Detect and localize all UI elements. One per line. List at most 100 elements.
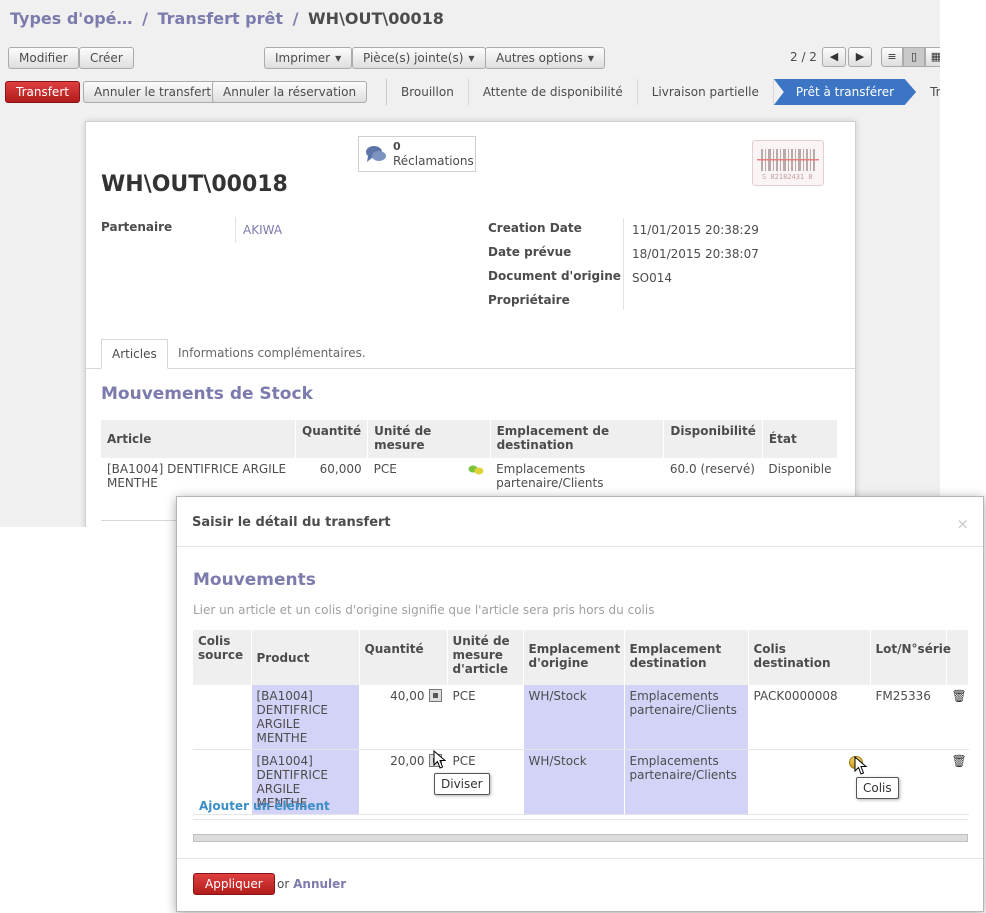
cell-quantity[interactable]: 40,00 xyxy=(359,685,448,750)
col-header-destination[interactable]: Emplacement de destination xyxy=(490,420,665,458)
dialog-footer-divider xyxy=(177,858,983,859)
cell-source-location[interactable]: WH/Stock xyxy=(523,749,625,815)
list-view-icon[interactable]: ≡ xyxy=(881,47,903,67)
header-line: Colis xyxy=(753,642,786,656)
header-line: d'origine xyxy=(528,656,589,670)
creation-date-label: Creation Date xyxy=(488,221,582,235)
stage-done[interactable]: Transféré xyxy=(916,79,940,105)
or-label: or xyxy=(277,877,290,891)
origin-value: SO014 xyxy=(632,271,672,285)
comments-icon xyxy=(366,146,386,162)
col-header-lot[interactable]: Lot/N°série xyxy=(870,630,951,685)
col-header-state[interactable]: État xyxy=(762,420,839,458)
stage-list: Brouillon Attente de disponibilité Livra… xyxy=(386,79,940,105)
cell-article: [BA1004] DENTIFRICE ARGILE MENTHE xyxy=(101,458,296,494)
col-header-source-location[interactable]: Emplacement d'origine xyxy=(523,630,625,685)
caret-down-icon: ▼ xyxy=(468,54,475,63)
table-row[interactable]: [BA1004] DENTIFRICE ARGILE MENTHE 60,000 … xyxy=(101,458,838,494)
cancel-transfer-button[interactable]: Annuler le transfert xyxy=(83,81,223,103)
header-line: Emplacement xyxy=(528,642,621,656)
col-header-uom[interactable]: Unité de mesure xyxy=(367,420,491,458)
header-line: Emplacement xyxy=(629,642,722,656)
tab-additional-info[interactable]: Informations complémentaires. xyxy=(168,339,376,369)
toolbar: Modifier Créer Imprimer ▼ Pièce(s) jointe… xyxy=(0,44,940,74)
cell-uom[interactable]: PCE xyxy=(447,685,524,750)
transfer-details-dialog: Saisir le détail du transfert × Mouvemen… xyxy=(176,496,984,912)
cell-dest-location[interactable]: Emplacements partenaire/Clients xyxy=(624,685,749,750)
cell-source-location[interactable]: WH/Stock xyxy=(523,685,625,750)
caret-down-icon: ▼ xyxy=(335,54,342,63)
caret-down-icon: ▼ xyxy=(587,54,594,63)
transfer-button[interactable]: Transfert xyxy=(5,81,80,103)
horizontal-scrollbar[interactable] xyxy=(193,834,968,842)
stage-draft[interactable]: Brouillon xyxy=(387,79,469,105)
breadcrumb-ready-transfer[interactable]: Transfert prêt xyxy=(158,9,284,28)
stage-partial[interactable]: Livraison partielle xyxy=(638,79,774,105)
table-bottom-line xyxy=(193,819,968,820)
col-header-product[interactable]: Product xyxy=(251,630,360,685)
breadcrumb-current: WH\OUT\00018 xyxy=(308,9,444,28)
print-dropdown[interactable]: Imprimer ▼ xyxy=(264,47,353,69)
cell-lot[interactable]: FM25336 xyxy=(870,685,947,750)
trash-icon[interactable]: 🗑 xyxy=(952,754,967,768)
breadcrumb-separator: / xyxy=(292,9,299,28)
cell-delete: 🗑 xyxy=(946,749,969,815)
barcode-text: S 82182431 8 xyxy=(762,173,813,181)
partner-label: Partenaire xyxy=(101,220,173,234)
destination-line: partenaire/Clients xyxy=(496,476,604,490)
breadcrumb-separator: / xyxy=(142,9,148,28)
moves-title: Mouvements xyxy=(193,570,316,590)
close-icon[interactable]: × xyxy=(956,515,969,533)
cell-quantity: 60,000 xyxy=(319,462,362,476)
add-item-link[interactable]: Ajouter un élément xyxy=(199,799,330,813)
table-row[interactable]: [BA1004] DENTIFRICE ARGILE MENTHE 40,00 PC… xyxy=(193,685,969,750)
breadcrumb-operation-types[interactable]: Types d'opé… xyxy=(10,9,133,28)
col-header-availability[interactable]: Disponibilité xyxy=(663,420,763,458)
cell-dest-pack[interactable]: PACK0000008 xyxy=(748,685,871,750)
col-header-source-pack[interactable]: Colis source xyxy=(193,630,252,685)
calendar-view-icon[interactable]: ▦ xyxy=(925,47,940,67)
pager-value: 2 / 2 xyxy=(790,50,817,64)
field-divider xyxy=(235,217,236,243)
tab-articles[interactable]: Articles xyxy=(101,339,168,369)
cell-product[interactable]: [BA1004] DENTIFRICE ARGILE MENTHE xyxy=(251,685,360,750)
arrow-left-icon[interactable]: ◀ xyxy=(822,47,846,67)
partner-link[interactable]: AKIWA xyxy=(243,223,282,237)
col-header-article[interactable]: Article xyxy=(101,420,296,458)
col-header-quantity[interactable]: Quantité xyxy=(359,630,448,685)
col-header-quantity[interactable]: Quantité xyxy=(295,420,369,458)
edit-button[interactable]: Modifier xyxy=(8,47,79,69)
more-options-dropdown[interactable]: Autres options ▼ xyxy=(485,47,605,69)
form-view-icon[interactable]: ▯ xyxy=(903,47,925,67)
create-button[interactable]: Créer xyxy=(79,47,134,69)
trash-icon[interactable]: 🗑 xyxy=(952,689,967,703)
or-text: or Annuler xyxy=(277,877,346,891)
cancel-reservation-button[interactable]: Annuler la réservation xyxy=(212,81,368,103)
col-header-dest-pack[interactable]: Colis destination xyxy=(748,630,871,685)
cell-dest-location[interactable]: Emplacements partenaire/Clients xyxy=(624,749,749,815)
cell-source-pack[interactable] xyxy=(193,685,252,750)
pills-icon[interactable] xyxy=(468,464,484,476)
claims-button[interactable]: 0 Réclamations xyxy=(358,136,476,172)
statusbar: Transfert Annuler le transfert Annuler l… xyxy=(0,78,940,106)
moves-help-text: Lier un article et un colis d'origine si… xyxy=(193,603,655,617)
dest-line: partenaire/Clients xyxy=(629,768,737,782)
cancel-link[interactable]: Annuler xyxy=(293,877,346,891)
header-line: destination xyxy=(753,656,831,670)
header-line: destination xyxy=(629,656,707,670)
split-icon[interactable] xyxy=(428,689,442,702)
stage-ready[interactable]: Prêt à transférer xyxy=(773,79,917,105)
col-header-dest-location[interactable]: Emplacement destination xyxy=(624,630,749,685)
dest-line: partenaire/Clients xyxy=(629,703,737,717)
col-header-actions xyxy=(946,630,969,685)
attachments-label: Pièce(s) jointe(s) xyxy=(363,51,464,65)
col-header-uom[interactable]: Unité de mesure d'article xyxy=(447,630,524,685)
stage-waiting[interactable]: Attente de disponibilité xyxy=(469,79,638,105)
header-line: mesure xyxy=(452,648,503,662)
attachments-dropdown[interactable]: Pièce(s) jointe(s) ▼ xyxy=(352,47,486,69)
cell-dest-pack[interactable] xyxy=(748,749,871,815)
arrow-right-icon[interactable]: ▶ xyxy=(848,47,872,67)
destination-line: Emplacements xyxy=(496,462,586,476)
apply-button[interactable]: Appliquer xyxy=(193,873,275,895)
dialog-header-divider xyxy=(177,546,983,547)
